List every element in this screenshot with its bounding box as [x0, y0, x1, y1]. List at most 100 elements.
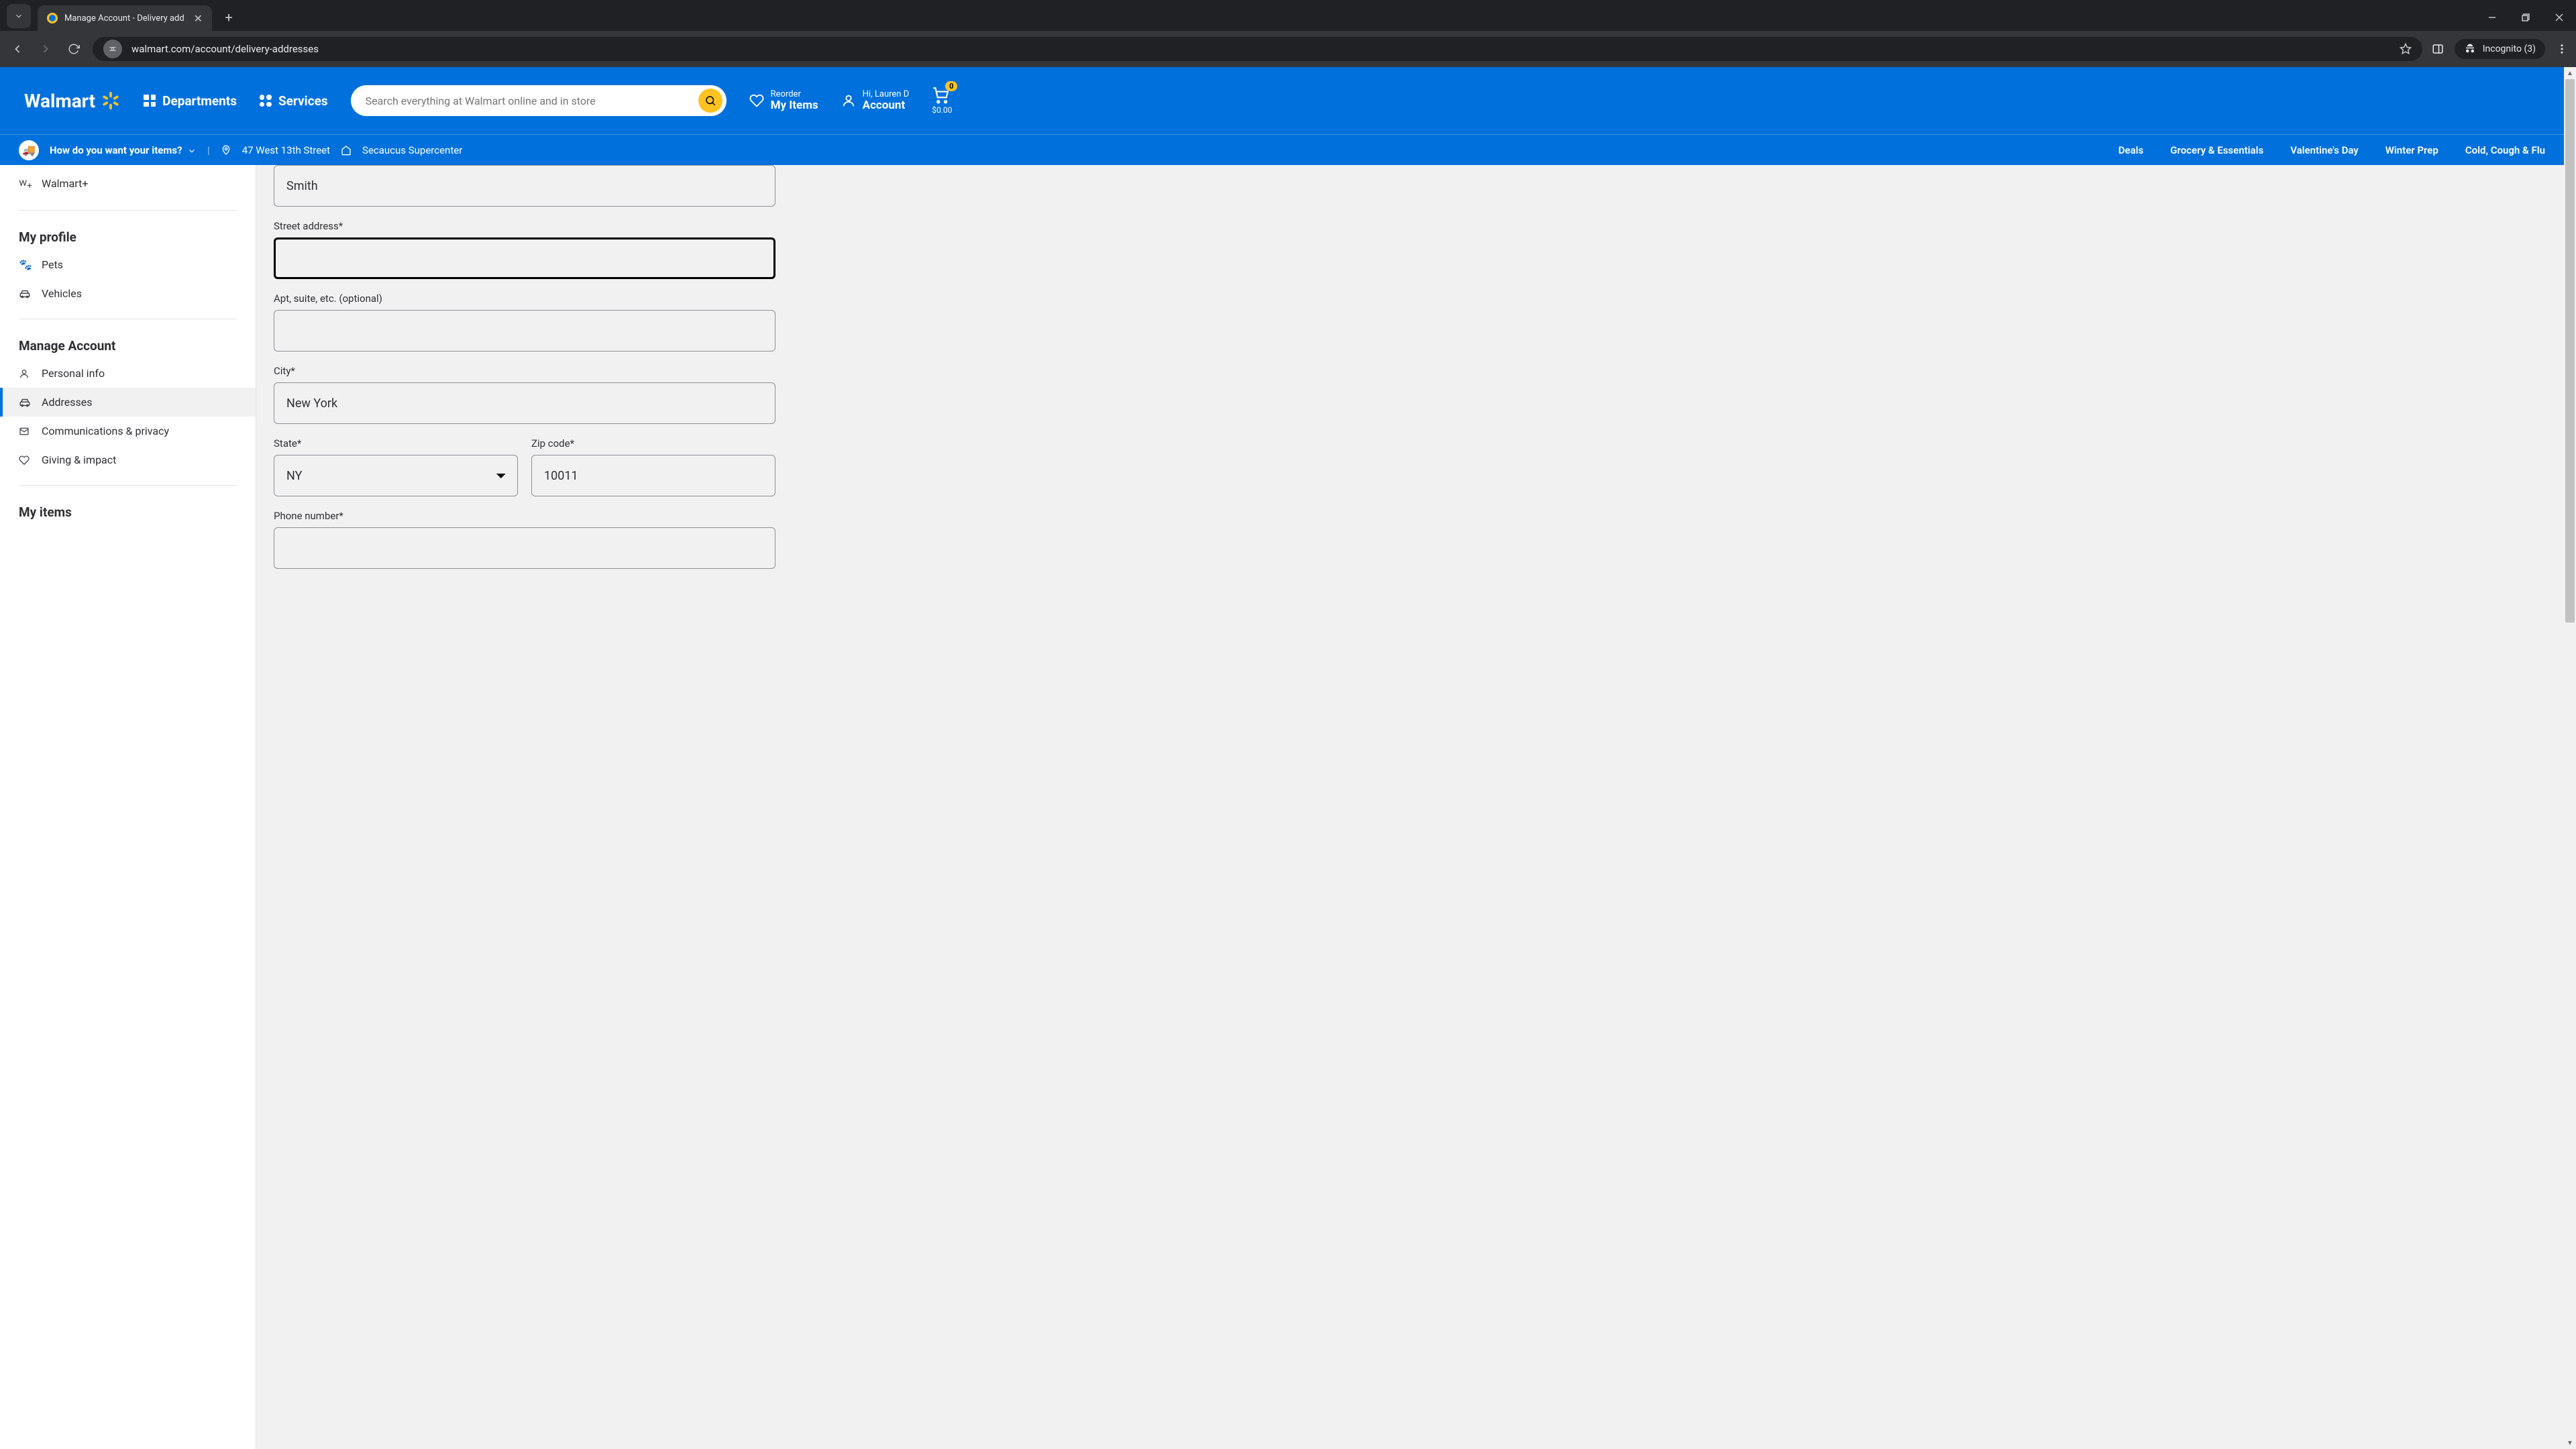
sidebar-item-communications[interactable]: Communications & privacy [0, 417, 256, 445]
site-search [351, 85, 727, 116]
state-label: State* [274, 437, 518, 449]
chevron-down-icon [187, 146, 197, 156]
spark-icon [101, 91, 121, 111]
scrollbar-track[interactable] [2564, 79, 2576, 1437]
store-name[interactable]: Secaucus Supercenter [362, 144, 462, 156]
sidebar-item-addresses[interactable]: Addresses [0, 388, 256, 417]
scrollbar-thumb[interactable] [2565, 79, 2575, 623]
promo-link[interactable]: Deals [2118, 144, 2144, 156]
walmart-logo[interactable]: Walmart [24, 90, 121, 112]
sidebar-item-pets[interactable]: 🐾 Pets [0, 250, 256, 279]
forward-button[interactable] [36, 40, 55, 58]
sidebar-item-personal-info[interactable]: Personal info [0, 359, 256, 388]
browser-tab[interactable]: Manage Account - Delivery add ✕ [38, 5, 212, 31]
location-pin-icon [221, 145, 231, 156]
scroll-down-button[interactable]: ▼ [2564, 1437, 2576, 1449]
last-name-input[interactable] [274, 165, 775, 207]
page-content: w+ Walmart+ My profile 🐾 Pets Vehicles M… [0, 165, 2564, 1449]
sidebar-item-giving[interactable]: Giving & impact [0, 445, 256, 474]
car-icon [19, 288, 32, 300]
reload-button[interactable] [64, 40, 83, 58]
state-select[interactable]: NY [274, 455, 518, 496]
new-tab-button[interactable]: + [219, 9, 239, 25]
browser-tab-strip: Manage Account - Delivery add ✕ + [0, 0, 2576, 31]
divider [19, 485, 237, 486]
scroll-up-button[interactable]: ▲ [2564, 67, 2576, 79]
chrome-menu-icon[interactable] [2556, 43, 2568, 55]
heart-icon [19, 455, 32, 466]
field-phone: Phone number* [274, 510, 775, 569]
delivery-address[interactable]: 47 West 13th Street [242, 144, 330, 156]
divider: | [207, 144, 210, 156]
user-icon [841, 93, 856, 108]
browser-toolbar: walmart.com/account/delivery-addresses I… [0, 31, 2576, 67]
cart-amount: $0.00 [932, 105, 952, 115]
site-header: Walmart Departments Services [0, 67, 2564, 134]
back-button[interactable] [8, 40, 27, 58]
search-button[interactable] [698, 89, 722, 113]
close-tab-icon[interactable]: ✕ [194, 12, 203, 25]
sidebar-item-vehicles[interactable]: Vehicles [0, 279, 256, 308]
sidebar-item-label: Walmart+ [42, 177, 88, 190]
sidebar-item-label: Giving & impact [42, 453, 116, 466]
incognito-label: Incognito (3) [2483, 44, 2536, 54]
sidebar-section-manage-account: Manage Account [0, 330, 256, 359]
promo-link[interactable]: Cold, Cough & Flu [2465, 144, 2545, 156]
incognito-indicator[interactable]: Incognito (3) [2455, 39, 2545, 59]
sidebar-item-label: Pets [42, 258, 63, 271]
tab-search-button[interactable] [7, 4, 31, 28]
reorder-link[interactable]: Reorder My Items [749, 90, 818, 112]
close-window-button[interactable] [2542, 4, 2576, 31]
fulfillment-button[interactable]: How do you want your items? [50, 144, 197, 156]
zip-label: Zip code* [531, 437, 775, 449]
site-info-icon[interactable] [103, 40, 122, 58]
promo-link[interactable]: Grocery & Essentials [2170, 144, 2263, 156]
vertical-scrollbar[interactable]: ▲ ▼ [2564, 67, 2576, 1449]
services-icon [260, 95, 272, 107]
account-link[interactable]: Hi, Lauren D Account [841, 90, 910, 112]
phone-input[interactable] [274, 527, 775, 569]
account-l1: Hi, Lauren D [863, 90, 910, 99]
services-button[interactable]: Services [260, 93, 328, 109]
sidebar-item-label: Personal info [42, 367, 105, 380]
bookmark-icon[interactable] [2400, 43, 2412, 55]
promo-link[interactable]: Winter Prep [2385, 144, 2438, 156]
field-street-address: Street address* [274, 220, 775, 279]
address-form: Street address* Apt, suite, etc. (option… [256, 165, 2564, 1449]
account-sidebar: w+ Walmart+ My profile 🐾 Pets Vehicles M… [0, 165, 256, 1449]
departments-button[interactable]: Departments [144, 93, 237, 109]
sidebar-item-label: Communications & privacy [42, 425, 169, 437]
heart-icon [749, 93, 764, 108]
street-address-input[interactable] [274, 237, 775, 279]
page-viewport: Walmart Departments Services [0, 67, 2576, 1449]
zip-input[interactable] [531, 455, 775, 496]
minimize-button[interactable] [2475, 4, 2509, 31]
sidebar-item-walmart-plus[interactable]: w+ Walmart+ [0, 168, 256, 199]
site-subheader: 🚚 How do you want your items? | 47 West … [0, 134, 2564, 165]
search-icon [704, 95, 716, 107]
side-panel-icon[interactable] [2432, 43, 2444, 55]
divider [19, 210, 237, 211]
sidebar-item-label: Addresses [42, 396, 93, 409]
cart-button[interactable]: 0 $0.00 [932, 87, 952, 115]
city-input[interactable] [274, 382, 775, 424]
services-label: Services [278, 93, 328, 109]
incognito-icon [2464, 43, 2476, 55]
window-controls [2475, 4, 2576, 31]
store-icon [341, 145, 352, 156]
field-last-name [274, 165, 775, 207]
car-icon [19, 396, 32, 409]
address-bar[interactable]: walmart.com/account/delivery-addresses [93, 37, 2422, 61]
sidebar-section-my-profile: My profile [0, 221, 256, 250]
sidebar-item-label: Vehicles [42, 287, 82, 300]
search-input[interactable] [366, 95, 698, 107]
walmart-favicon [47, 13, 58, 23]
maximize-button[interactable] [2509, 4, 2542, 31]
logo-text: Walmart [24, 90, 95, 112]
paw-icon: 🐾 [19, 258, 32, 271]
url-text: walmart.com/account/delivery-addresses [131, 43, 2390, 55]
fulfillment-label: How do you want your items? [50, 144, 182, 156]
promo-link[interactable]: Valentine's Day [2290, 144, 2359, 156]
apt-input[interactable] [274, 310, 775, 352]
city-label: City* [274, 365, 775, 377]
